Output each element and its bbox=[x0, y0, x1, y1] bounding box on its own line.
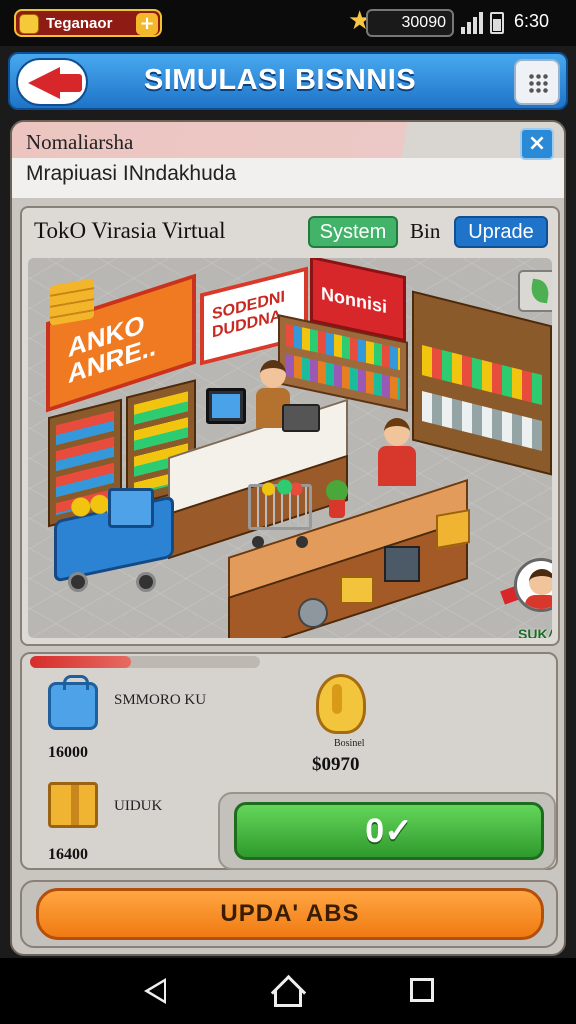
upgrade-area: UPDA' ABS bbox=[20, 880, 558, 948]
add-coins-button[interactable]: + bbox=[136, 13, 158, 35]
business-panel: Nomaliarsha Mrapiuasi INndakhuda × TokO … bbox=[10, 120, 566, 956]
store-sign-right-text: Nonnisi bbox=[321, 283, 387, 318]
clerk-head bbox=[384, 418, 410, 446]
status-bar: Teganaor + ★ 30090 6:30 bbox=[0, 0, 576, 46]
cardboard-box-icon bbox=[436, 509, 470, 549]
coin-icon bbox=[19, 14, 39, 34]
menu-grid-button[interactable] bbox=[514, 59, 560, 105]
cash-register-icon bbox=[282, 404, 320, 432]
cashier-head bbox=[260, 360, 286, 388]
page-title: SIMULASI BISNNIS bbox=[143, 64, 417, 96]
store-name: TokO Virasia Virtual bbox=[34, 218, 226, 243]
game-screen: Teganaor + ★ 30090 6:30 SIMULASI BISNNIS… bbox=[0, 0, 576, 1024]
nav-back-icon[interactable] bbox=[144, 978, 166, 1004]
panel-header: Nomaliarsha Mrapiuasi INndakhuda × bbox=[12, 122, 564, 198]
avatar-body bbox=[525, 595, 552, 609]
stats-panel: SMMORO KU 16000 Bosinel $0970 UIDUK 1640… bbox=[20, 652, 558, 870]
bin-label: Bin bbox=[410, 219, 441, 243]
progress-bar bbox=[30, 656, 260, 668]
clerk-character[interactable] bbox=[378, 418, 416, 488]
computer-monitor-icon bbox=[206, 388, 246, 424]
banana-icon bbox=[310, 670, 368, 734]
clerk-body bbox=[378, 446, 416, 486]
signal-icon bbox=[461, 12, 483, 34]
player-name: Teganaor bbox=[46, 15, 113, 32]
player-badge[interactable]: Teganaor + bbox=[14, 9, 162, 37]
stat-label: UIDUK bbox=[114, 798, 163, 814]
eco-leaf-button[interactable] bbox=[518, 270, 552, 312]
close-button[interactable]: × bbox=[520, 128, 554, 160]
truck-wheel bbox=[68, 572, 88, 592]
safe-icon bbox=[298, 598, 328, 628]
confirm-button[interactable]: 0✓ bbox=[234, 802, 544, 860]
nav-recent-apps-icon[interactable] bbox=[410, 978, 434, 1002]
character-label: SUKA bbox=[518, 626, 552, 638]
store-view: TokO Virasia Virtual System Bin Uprade A… bbox=[20, 206, 560, 646]
grid-icon bbox=[528, 73, 548, 93]
title-bar: SIMULASI BISNNIS bbox=[8, 52, 568, 110]
cart-basket bbox=[248, 477, 312, 530]
shopping-bag-icon bbox=[48, 675, 98, 730]
stat-value: 16000 bbox=[48, 744, 88, 761]
panel-title: Nomaliarsha bbox=[26, 130, 134, 154]
stat-value: $0970 bbox=[312, 754, 360, 775]
confirm-area: 0✓ bbox=[218, 792, 556, 870]
box-icon bbox=[48, 782, 98, 828]
stat-label: Bosinel bbox=[334, 738, 365, 749]
navigation-bar bbox=[0, 958, 576, 1024]
store-scene[interactable]: ANKO ANRE.. SODEDNI DUDDNA Nonnisi SUK bbox=[28, 258, 552, 638]
battery-icon bbox=[490, 12, 504, 34]
upgrade-button[interactable]: UPDA' ABS bbox=[36, 888, 544, 940]
panel-subtitle: Mrapiuasi INndakhuda bbox=[26, 162, 237, 185]
truck-wheel bbox=[136, 572, 156, 592]
nav-home-icon[interactable] bbox=[272, 976, 304, 1007]
cart-wheel bbox=[296, 536, 308, 548]
gold-crate-icon bbox=[340, 576, 374, 604]
system-button[interactable]: System bbox=[308, 216, 398, 248]
currency-amount: 30090 bbox=[366, 9, 454, 37]
gold-bars-icon bbox=[50, 278, 94, 326]
avatar-face bbox=[529, 569, 552, 595]
atm-machine-icon bbox=[108, 488, 154, 528]
stat-label: SMMORO KU bbox=[114, 692, 207, 708]
plant-icon bbox=[324, 480, 350, 524]
clock: 6:30 bbox=[514, 11, 550, 31]
progress-bar-fill bbox=[30, 656, 132, 668]
stat-value: 16400 bbox=[48, 846, 88, 863]
upgrade-store-button[interactable]: Uprade bbox=[454, 216, 548, 248]
shopping-cart-icon[interactable] bbox=[244, 477, 318, 552]
storage-crate-icon bbox=[384, 546, 420, 582]
cart-wheel bbox=[252, 536, 264, 548]
